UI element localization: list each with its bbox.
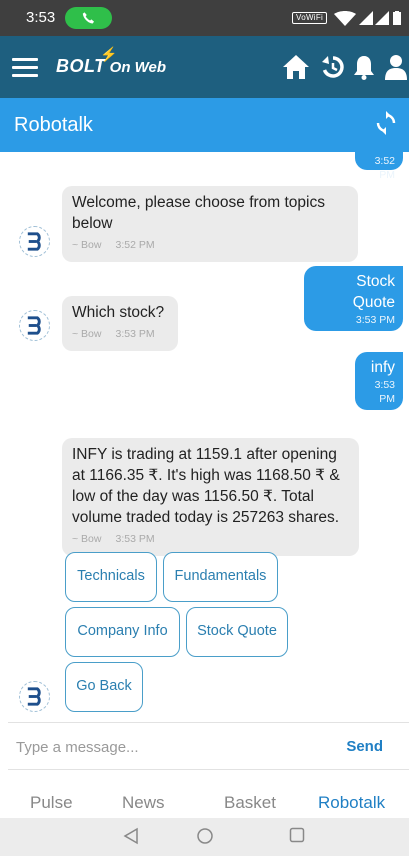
message-composer: Send (8, 722, 409, 770)
wifi-signal-icon (334, 11, 356, 26)
status-bar: 3:53 VoWiFi (0, 0, 409, 36)
ongoing-call-indicator[interactable] (65, 7, 112, 29)
bottom-tab-bar: Pulse News Basket Robotalk (0, 780, 409, 818)
brand-suffix: On Web (109, 59, 167, 76)
cell-signal-2-icon (375, 11, 389, 25)
user-message-bubble: Stock Quote 3:53 PM (304, 266, 403, 331)
battery-icon (393, 11, 401, 25)
message-time: 3:52 PM (374, 155, 395, 181)
message-text: Welcome, please choose from topics below (72, 194, 325, 232)
status-time: 3:53 (26, 9, 56, 26)
message-sender: ~ Bow (72, 239, 102, 251)
message-meta: ~ Bow 3:52 PM (72, 235, 348, 256)
quick-reply-stock-quote[interactable]: Stock Quote (186, 607, 288, 657)
send-button[interactable]: Send (346, 738, 383, 755)
message-text: infy (370, 359, 395, 376)
bot-message-bubble: Welcome, please choose from topics below… (62, 186, 358, 262)
brand-name: BOLT (56, 56, 106, 76)
bow-logo-icon (27, 316, 41, 335)
recents-icon[interactable] (289, 827, 305, 843)
refresh-icon[interactable] (375, 111, 397, 135)
tab-robotalk[interactable]: Robotalk (318, 793, 385, 813)
cell-signal-icon (359, 11, 373, 25)
message-text: Stock Quote (352, 273, 395, 311)
app-header: BOLT On Web ⚡ (0, 36, 409, 98)
brand-logo: BOLT On Web ⚡ (56, 46, 167, 77)
message-meta: ~ Bow 3:53 PM (72, 529, 349, 550)
message-sender: ~ Bow (72, 328, 102, 340)
bot-avatar (19, 681, 50, 712)
bot-message-bubble: INFY is trading at 1159.1 after opening … (62, 438, 359, 556)
bell-icon[interactable] (353, 54, 375, 80)
bow-logo-icon (27, 687, 41, 706)
quick-reply-company-info[interactable]: Company Info (65, 607, 180, 657)
tab-basket[interactable]: Basket (224, 793, 276, 813)
message-text: INFY is trading at 1159.1 after opening … (72, 446, 340, 526)
tab-pulse[interactable]: Pulse (30, 793, 73, 813)
back-icon[interactable] (123, 827, 139, 845)
system-nav-bar (0, 818, 409, 856)
bow-logo-icon (27, 232, 41, 251)
message-time: 3:53 PM (115, 533, 155, 545)
home-nav-icon[interactable] (196, 827, 214, 845)
bolt-mark-icon: ⚡ (100, 46, 118, 62)
page-title: Robotalk (14, 114, 93, 136)
history-icon[interactable] (321, 54, 345, 80)
quick-reply-technicals[interactable]: Technicals (65, 552, 157, 602)
user-message-bubble: 3:52 PM (355, 152, 403, 181)
bot-avatar (19, 226, 50, 257)
bot-message-bubble: Which stock? ~ Bow 3:53 PM (62, 296, 178, 351)
robotalk-titlebar: Robotalk (0, 98, 409, 152)
message-text: Which stock? (72, 304, 165, 321)
tab-news[interactable]: News (122, 793, 165, 813)
message-time: 3:52 PM (115, 239, 155, 251)
phone-icon (82, 12, 95, 24)
user-icon[interactable] (384, 54, 408, 80)
bot-avatar (19, 310, 50, 341)
menu-icon[interactable] (12, 58, 38, 78)
message-time: 3:53 PM (115, 328, 155, 340)
message-input[interactable] (16, 735, 306, 759)
chat-messages[interactable]: 3:52 PM Welcome, please choose from topi… (0, 152, 409, 722)
message-time: 3:53 PM (374, 379, 395, 405)
message-time: 3:53 PM (355, 314, 395, 326)
user-message-bubble: infy 3:53 PM (355, 352, 403, 410)
vowifi-label: VoWiFi (292, 12, 328, 24)
quick-reply-go-back[interactable]: Go Back (65, 662, 143, 712)
home-icon[interactable] (282, 54, 310, 80)
message-meta: ~ Bow 3:53 PM (72, 324, 168, 345)
quick-reply-fundamentals[interactable]: Fundamentals (163, 552, 278, 602)
message-sender: ~ Bow (72, 533, 102, 545)
